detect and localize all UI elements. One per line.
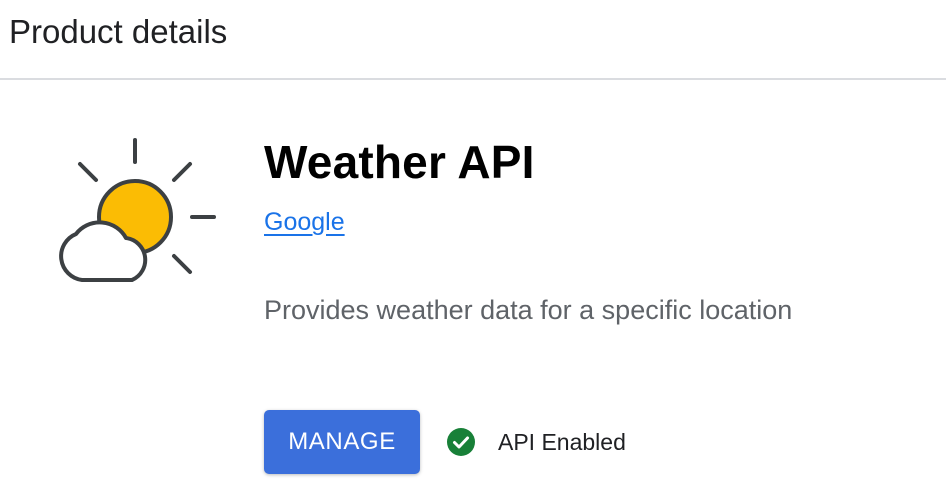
page-title: Product details: [9, 13, 228, 50]
product-description: Provides weather data for a specific loc…: [264, 295, 793, 325]
product-name: Weather API: [264, 136, 535, 188]
page-header: Product details: [0, 0, 946, 80]
api-status: API Enabled: [446, 424, 626, 460]
manage-button[interactable]: MANAGE: [264, 410, 420, 474]
status-text: API Enabled: [498, 428, 626, 455]
vendor-link[interactable]: Google: [264, 206, 345, 238]
check-circle-icon: [446, 427, 476, 457]
weather-sun-cloud-icon: [50, 130, 230, 290]
